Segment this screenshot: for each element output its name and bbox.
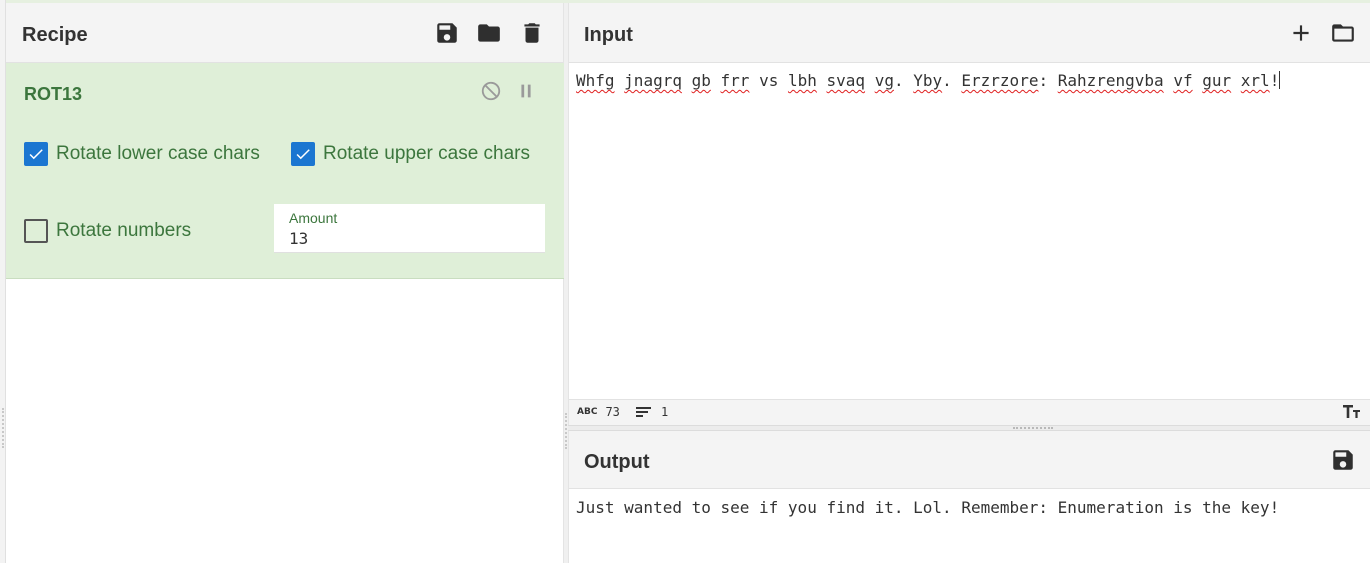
folder-icon [478,24,500,42]
resize-handle[interactable] [2,408,4,448]
rotate-numbers-option[interactable]: Rotate numbers [24,219,191,243]
input-word: Erzrzore [961,71,1039,90]
abc-icon: ABC [577,407,598,417]
save-recipe-button[interactable] [434,20,460,46]
input-word: vg [874,71,894,90]
input-pane: Input Whfg jnagrq gb frr vs lbh svaq vg.… [568,3,1370,425]
recipe-pane: Recipe ROT13 Rotate lower case chars Rot… [6,3,564,563]
input-word: frr [720,71,750,90]
disable-icon [481,81,501,101]
text-caret [1279,71,1281,89]
rotate-lower-checkbox[interactable] [24,142,48,166]
rot13-operation: ROT13 Rotate lower case chars Rotate upp… [6,63,564,279]
output-title: Output [584,451,650,473]
trash-icon [524,23,540,43]
add-input-tab-button[interactable] [1288,20,1314,46]
pause-icon [521,84,531,98]
line-count-value: 1 [661,405,669,419]
disable-operation-button[interactable] [480,80,502,102]
line-count: 1 [636,405,668,419]
output-text[interactable]: Just wanted to see if you find it. Lol. … [576,498,1279,517]
cyberchef-app: Recipe ROT13 Rotate lower case chars Rot… [0,0,1370,563]
save-icon [1333,450,1353,470]
plus-icon [1293,25,1309,41]
clear-recipe-button[interactable] [519,20,545,46]
splitter-grip[interactable] [565,413,567,449]
rotate-upper-checkbox[interactable] [291,142,315,166]
amount-input[interactable] [289,228,529,248]
rotate-lower-option[interactable]: Rotate lower case chars [24,142,260,166]
input-word: Rahzrengvba [1057,71,1164,90]
recipe-title: Recipe [22,24,88,46]
folder-icon [1332,24,1354,42]
input-word: vf [1173,71,1193,90]
input-header: Input [569,3,1370,63]
input-title: Input [584,24,633,46]
input-word: gur [1202,71,1232,90]
operation-name: ROT13 [24,84,83,104]
char-count-value: 73 [605,405,620,419]
amount-field[interactable]: Amount [274,204,545,253]
input-word: svaq [826,71,866,90]
input-textarea[interactable]: Whfg jnagrq gb frr vs lbh svaq vg. Yby. … [576,71,1281,90]
char-count: ABC 73 [577,405,620,419]
lines-icon [636,407,651,417]
load-recipe-button[interactable] [476,20,502,46]
input-word: gb [691,71,711,90]
input-word: Yby [913,71,943,90]
open-input-file-button[interactable] [1330,20,1356,46]
text-size-icon [1343,405,1360,418]
input-word: xrl [1240,71,1270,90]
input-word: Whfg [576,71,615,90]
rotate-numbers-checkbox[interactable] [24,219,48,243]
output-pane: Output Just wanted to see if you find it… [568,431,1370,563]
input-word: vs [759,71,779,90]
input-word: lbh [787,71,817,90]
recipe-header: Recipe [6,3,563,63]
rotate-upper-option[interactable]: Rotate upper case chars [291,142,530,166]
save-icon [437,23,457,43]
amount-label: Amount [289,210,338,226]
rotate-upper-label: Rotate upper case chars [323,143,531,164]
rotate-numbers-label: Rotate numbers [56,220,192,241]
input-word: jnagrq [624,71,682,90]
text-size-button[interactable] [1342,403,1362,419]
input-status-bar: ABC 73 1 [569,399,1370,425]
save-output-button[interactable] [1330,447,1356,473]
check-icon [29,149,43,160]
breakpoint-button[interactable] [515,80,537,102]
check-icon [296,149,310,160]
rotate-lower-label: Rotate lower case chars [56,143,260,164]
output-header: Output [569,431,1370,489]
divider-grip[interactable] [1013,427,1053,429]
